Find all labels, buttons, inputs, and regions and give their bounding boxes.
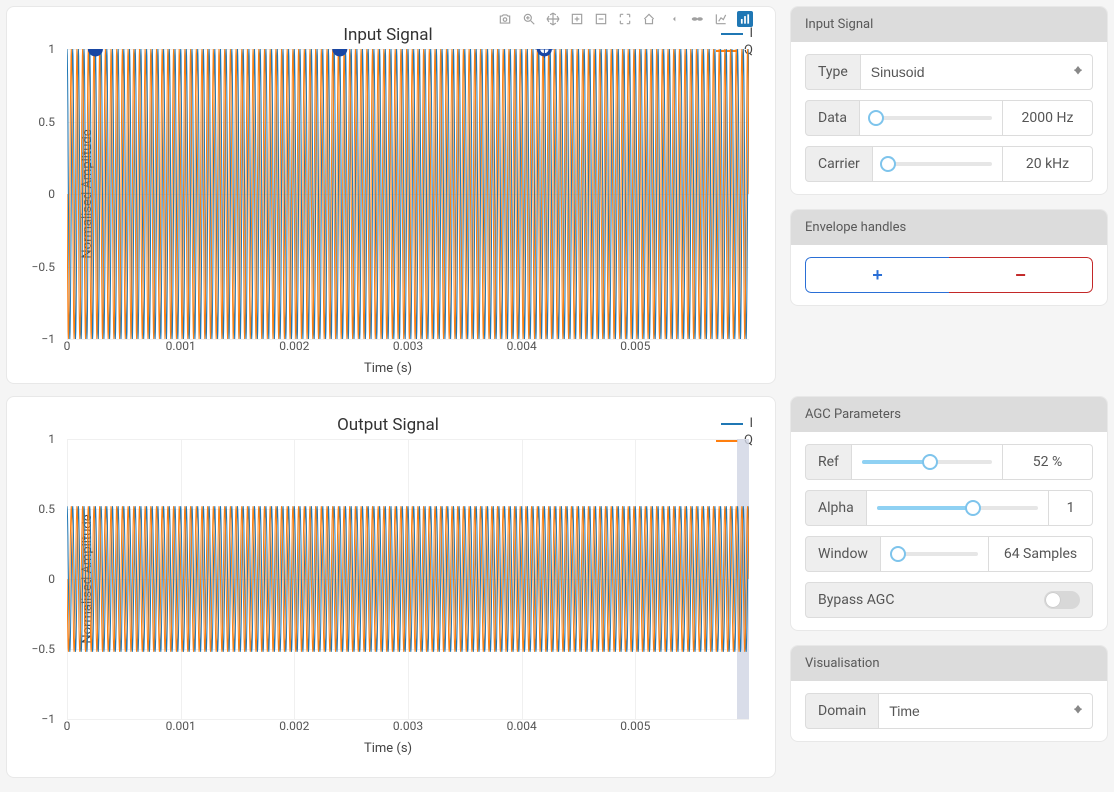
data-freq-label: Data [805, 100, 860, 136]
input-signal-controls: Input Signal Type Sinusoid Data [790, 6, 1108, 195]
zoom-icon[interactable] [521, 11, 537, 27]
output-xaxis-label: Time (s) [21, 741, 755, 756]
bypass-agc-label: Bypass AGC [818, 592, 894, 608]
agc-header: AGC Parameters [791, 397, 1107, 432]
window-value: 64 Samples [989, 536, 1093, 572]
legend-i-label: I [749, 25, 753, 42]
legend-i-label-out: I [749, 415, 753, 432]
domain-select[interactable]: Time [889, 703, 1082, 719]
ref-slider[interactable] [862, 460, 992, 464]
alpha-label: Alpha [805, 490, 867, 526]
output-chart-title: Output Signal [21, 415, 755, 435]
hover-compare-icon[interactable] [689, 11, 705, 27]
window-slider[interactable] [891, 552, 978, 556]
data-freq-value: 2000 Hz [1003, 100, 1093, 136]
carrier-freq-label: Carrier [805, 146, 873, 182]
window-label: Window [805, 536, 881, 572]
camera-icon[interactable] [497, 11, 513, 27]
carrier-freq-slider[interactable] [883, 162, 992, 166]
input-chart-card: Input Signal I Q Normalised Amplitude [6, 6, 776, 384]
output-plot-area[interactable]: Normalised Amplitude 10.50−0.5−1 [67, 439, 749, 719]
zoom-out-icon[interactable] [593, 11, 609, 27]
pan-icon[interactable] [545, 11, 561, 27]
visualisation-header: Visualisation [791, 646, 1107, 681]
input-xaxis-label: Time (s) [21, 361, 755, 376]
alpha-value: 1 [1049, 490, 1093, 526]
autoscale-icon[interactable] [617, 11, 633, 27]
remove-handle-button[interactable] [949, 257, 1093, 293]
envelope-handles-card: Envelope handles [790, 209, 1108, 306]
output-chart-card: Output Signal I Q Normalised Amplitude 1… [6, 396, 776, 778]
envelope-header: Envelope handles [791, 210, 1107, 245]
type-label: Type [805, 54, 861, 90]
input-plot-area[interactable]: Normalised Amplitude 10.50−0.5−1 [67, 49, 749, 339]
alpha-slider[interactable] [877, 506, 1038, 510]
visualisation-card: Visualisation Domain Time [790, 645, 1108, 742]
zoom-in-icon[interactable] [569, 11, 585, 27]
input-chart-title: Input Signal [21, 25, 755, 45]
agc-parameters-card: AGC Parameters Ref 52 % Alpha [790, 396, 1108, 631]
add-handle-button[interactable] [805, 257, 950, 293]
signal-type-select[interactable]: Sinusoid [871, 64, 1082, 80]
hover-closest-icon[interactable] [665, 11, 681, 27]
input-signal-header: Input Signal [791, 7, 1107, 42]
domain-label: Domain [805, 693, 879, 729]
carrier-freq-value: 20 kHz [1003, 146, 1093, 182]
plot-modebar [497, 11, 753, 27]
bypass-agc-toggle[interactable] [1044, 591, 1080, 609]
ref-label: Ref [805, 444, 852, 480]
ref-value: 52 % [1003, 444, 1093, 480]
reset-axes-icon[interactable] [641, 11, 657, 27]
data-freq-slider[interactable] [870, 116, 992, 120]
